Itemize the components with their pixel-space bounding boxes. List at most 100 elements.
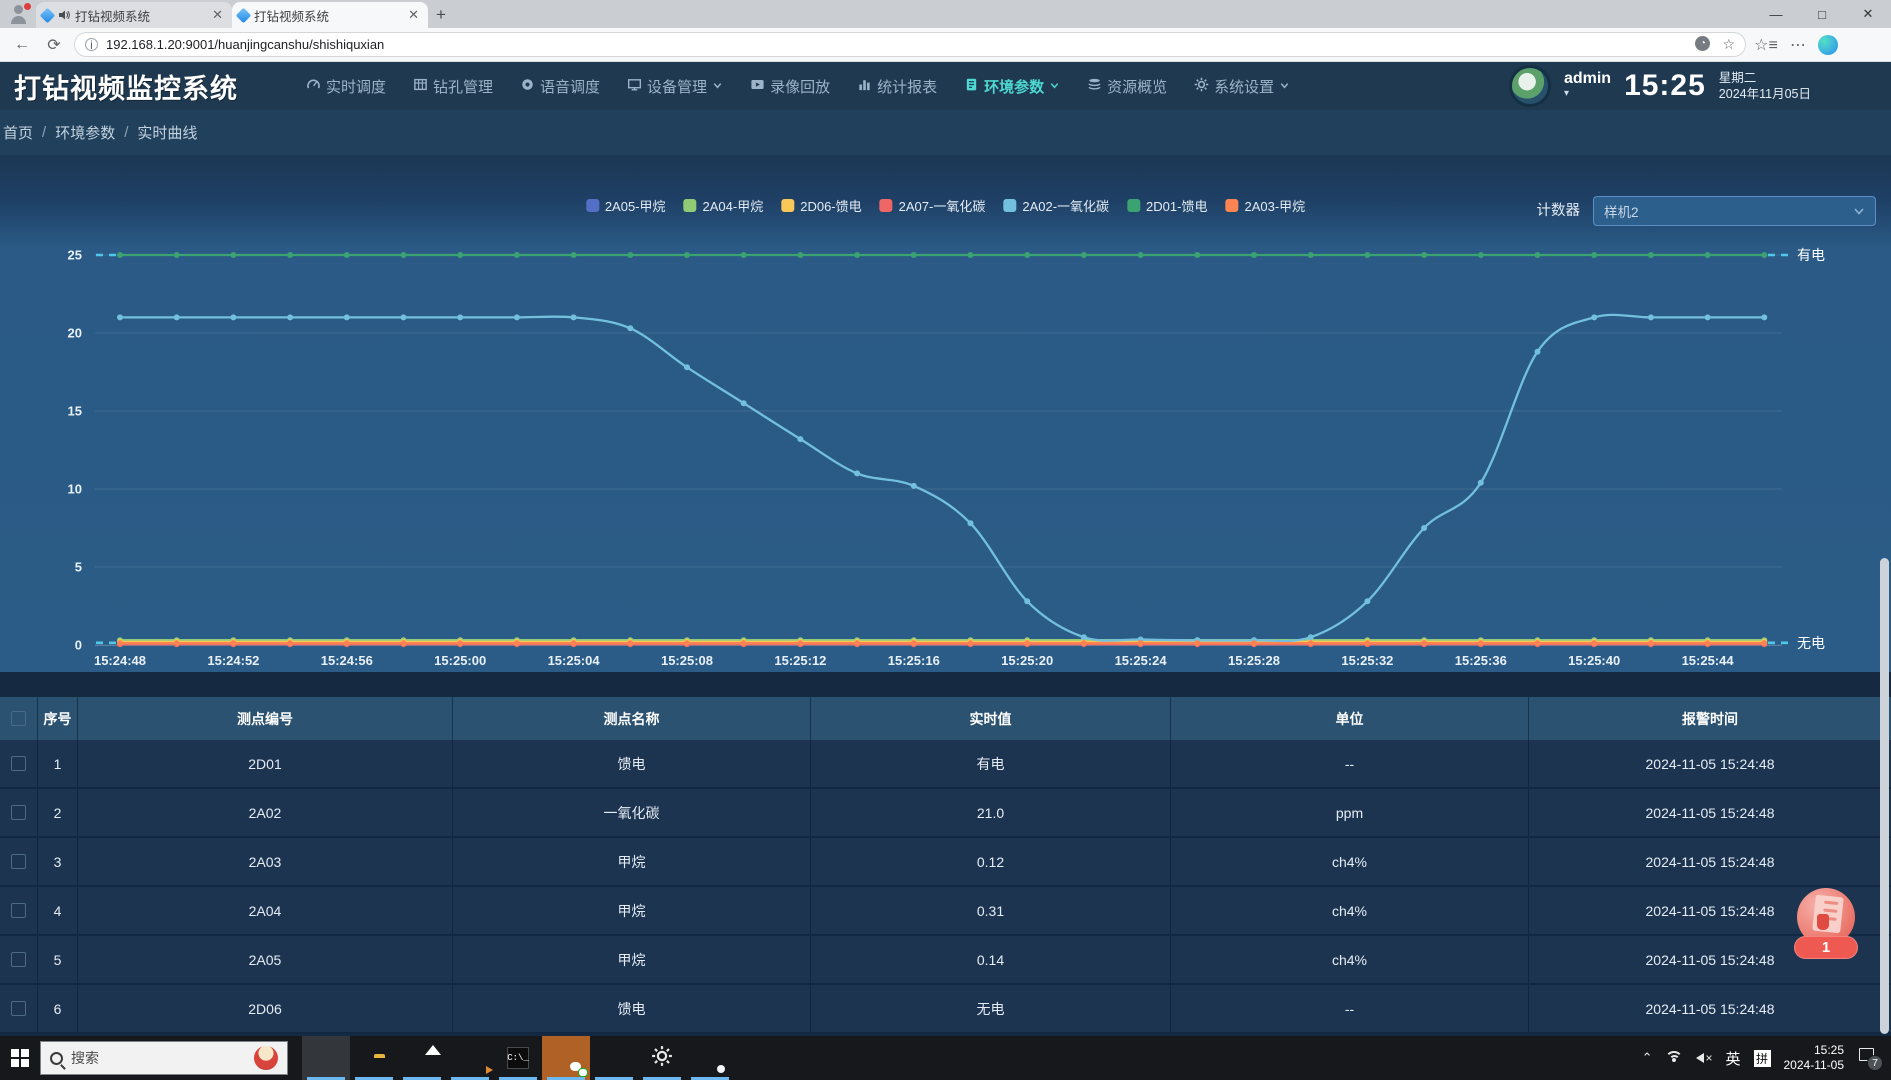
search-placeholder: 搜索 (71, 1048, 246, 1068)
copilot-icon[interactable] (1818, 35, 1838, 55)
taskbar-app-edge[interactable] (302, 1036, 350, 1080)
tray-clock[interactable]: 15:25 2024-11-05 (1784, 1043, 1845, 1073)
breadcrumb-item[interactable]: 环境参数 (55, 122, 115, 143)
tray-expand-icon[interactable]: ⌃ (1642, 1050, 1653, 1066)
breadcrumb-item[interactable]: 首页 (3, 122, 33, 143)
data-point (117, 314, 123, 320)
legend-item[interactable]: 2A04-甲烷 (684, 196, 764, 215)
data-point (1308, 634, 1314, 640)
taskbar-app-wechat[interactable] (542, 1036, 590, 1080)
tab-close-icon[interactable]: ✕ (405, 7, 422, 23)
data-point (457, 314, 463, 320)
nav-item-layers[interactable]: 资源概览 (1087, 76, 1167, 97)
minimize-button[interactable]: — (1753, 0, 1799, 28)
data-point (1478, 640, 1484, 646)
alarm-notification-widget[interactable]: 1 (1794, 888, 1860, 964)
nav-item-mic[interactable]: 语音调度 (520, 76, 600, 97)
close-button[interactable]: ✕ (1845, 0, 1891, 28)
data-point (854, 640, 860, 646)
browser-profile-icon[interactable] (6, 2, 32, 26)
back-icon[interactable]: ← (10, 36, 34, 54)
nav-item-label: 录像回放 (770, 76, 830, 97)
table-header-cell: 测点名称 (453, 697, 811, 740)
legend-item[interactable]: 2A05-甲烷 (586, 196, 666, 215)
data-point (1024, 252, 1030, 258)
legend-item[interactable]: 2A03-甲烷 (1225, 196, 1305, 215)
x-tick-label: 15:25:44 (1682, 653, 1735, 668)
favorites-bar-icon[interactable]: ☆≡ (1754, 35, 1778, 55)
avatar[interactable] (1509, 65, 1551, 107)
site-info-icon[interactable]: i (85, 38, 98, 51)
more-menu-icon[interactable]: ⋯ (1786, 35, 1810, 55)
row-checkbox[interactable] (11, 1001, 26, 1016)
browser-tab-2[interactable]: 打钻视频系统 ✕ (232, 2, 428, 28)
nav-item-env[interactable]: 环境参数 (964, 76, 1060, 97)
nav-item-video[interactable]: 录像回放 (750, 76, 830, 97)
data-point (1421, 640, 1427, 646)
taskbar-app-photos[interactable] (398, 1036, 446, 1080)
taskbar-app-paint[interactable] (686, 1036, 734, 1080)
taskbar-search[interactable]: 搜索 (40, 1041, 288, 1075)
url-bar[interactable]: i 192.168.1.20:9001/huanjingcanshu/shish… (74, 32, 1746, 57)
terminal-icon: C:\_ (507, 1047, 529, 1069)
user-menu[interactable]: admin ▾ (1564, 71, 1611, 101)
news-interests-icon[interactable] (254, 1046, 278, 1070)
legend-item[interactable]: 2D01-馈电 (1127, 196, 1207, 215)
page-scrollbar-thumb[interactable] (1880, 558, 1889, 1034)
data-point (344, 314, 350, 320)
data-point (457, 252, 463, 258)
table-row: 12D01馈电有电--2024-11-05 15:24:48 (0, 740, 1891, 789)
new-tab-button[interactable]: + (428, 2, 454, 28)
data-point (1194, 640, 1200, 646)
nav-item-grid[interactable]: 钻孔管理 (413, 76, 493, 97)
ime-mode-icon[interactable]: 拼 (1754, 1050, 1771, 1067)
taskbar-app-settings[interactable] (638, 1036, 686, 1080)
select-all-checkbox[interactable] (11, 711, 26, 726)
data-point (401, 314, 407, 320)
data-point (1138, 640, 1144, 646)
refresh-icon[interactable]: ⟳ (42, 35, 66, 55)
muted-speaker-icon[interactable]: × (1696, 1051, 1712, 1065)
data-point (571, 252, 577, 258)
start-button[interactable] (0, 1036, 40, 1080)
taskbar-app-file-explorer[interactable] (350, 1036, 398, 1080)
tab-close-icon[interactable]: ✕ (209, 7, 226, 23)
row-checkbox[interactable] (11, 952, 26, 967)
wifi-icon[interactable] (1665, 1051, 1683, 1065)
x-tick-label: 15:25:04 (548, 653, 601, 668)
reader-icon[interactable]: ◔ (1695, 36, 1710, 51)
counter-select[interactable]: 样机2 (1593, 196, 1876, 226)
row-checkbox[interactable] (11, 805, 26, 820)
data-point (968, 640, 974, 646)
legend-item[interactable]: 2D06-馈电 (781, 196, 861, 215)
row-checkbox-cell (0, 789, 38, 836)
taskbar-app-terminal[interactable]: C:\_ (494, 1036, 542, 1080)
table-header-cell: 报警时间 (1529, 697, 1891, 740)
row-checkbox[interactable] (11, 903, 26, 918)
legend-item[interactable]: 2A07-一氧化碳 (880, 196, 986, 215)
nav-item-gauge[interactable]: 实时调度 (306, 76, 386, 97)
x-tick-label: 15:25:00 (434, 653, 486, 668)
video-icon (750, 77, 765, 96)
browser-tab-1[interactable]: 打钻视频系统 ✕ (36, 2, 232, 28)
data-point (1478, 252, 1484, 258)
nav-item-bars[interactable]: 统计报表 (857, 76, 937, 97)
legend-item[interactable]: 2A02-一氧化碳 (1003, 196, 1109, 215)
ime-language[interactable]: 英 (1725, 1048, 1740, 1069)
legend-swatch (1127, 199, 1140, 212)
row-checkbox[interactable] (11, 854, 26, 869)
maximize-button[interactable]: □ (1799, 0, 1845, 28)
nav-item-device[interactable]: 设备管理 (627, 76, 723, 97)
chart-legend: 2A05-甲烷 2A04-甲烷 2D06-馈电 2A07-一氧化碳 2A02-一氧化碳 2… (586, 196, 1305, 215)
favorite-star-icon[interactable]: ☆ (1722, 36, 1735, 53)
taskbar-app-thunderbird[interactable] (446, 1036, 494, 1080)
row-checkbox[interactable] (11, 756, 26, 771)
data-point (1024, 640, 1030, 646)
taskbar-app-notepad[interactable] (590, 1036, 638, 1080)
x-tick-label: 15:25:12 (774, 653, 826, 668)
data-point (457, 640, 463, 646)
app-navbar: 打钻视频监控系统 实时调度钻孔管理语音调度设备管理录像回放统计报表环境参数资源概… (0, 62, 1891, 110)
table-cell: 3 (38, 838, 78, 885)
nav-item-gear[interactable]: 系统设置 (1194, 76, 1290, 97)
action-center-icon[interactable]: 7 (1857, 1046, 1881, 1070)
